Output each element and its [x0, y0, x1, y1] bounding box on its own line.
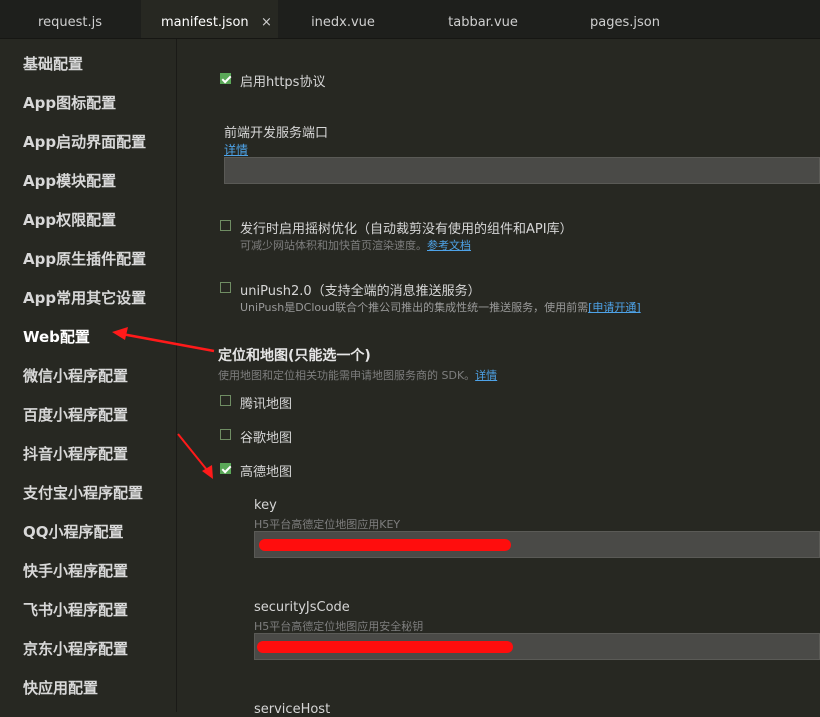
annotation-arrows — [112, 327, 215, 479]
arrow-to-web-config — [112, 327, 215, 353]
arrow-to-amap — [177, 433, 213, 479]
